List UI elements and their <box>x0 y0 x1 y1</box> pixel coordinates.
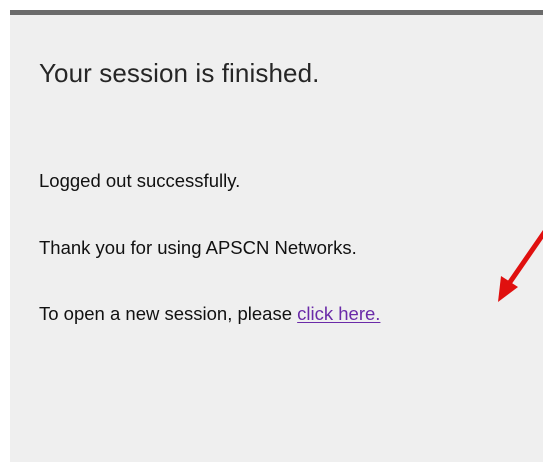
thanks-message: Thank you for using APSCN Networks. <box>39 237 357 258</box>
session-panel: Your session is finished. Logged out suc… <box>10 10 543 462</box>
open-session-text: To open a new session, please <box>39 303 298 324</box>
click-here-link[interactable]: click here. <box>297 303 380 324</box>
red-arrow-icon <box>498 229 543 302</box>
panel-top-bar <box>10 10 543 15</box>
open-session-prompt: To open a new session, please click here… <box>39 303 380 325</box>
page-title: Your session is finished. <box>39 58 320 88</box>
logged-out-message: Logged out successfully. <box>39 170 241 191</box>
